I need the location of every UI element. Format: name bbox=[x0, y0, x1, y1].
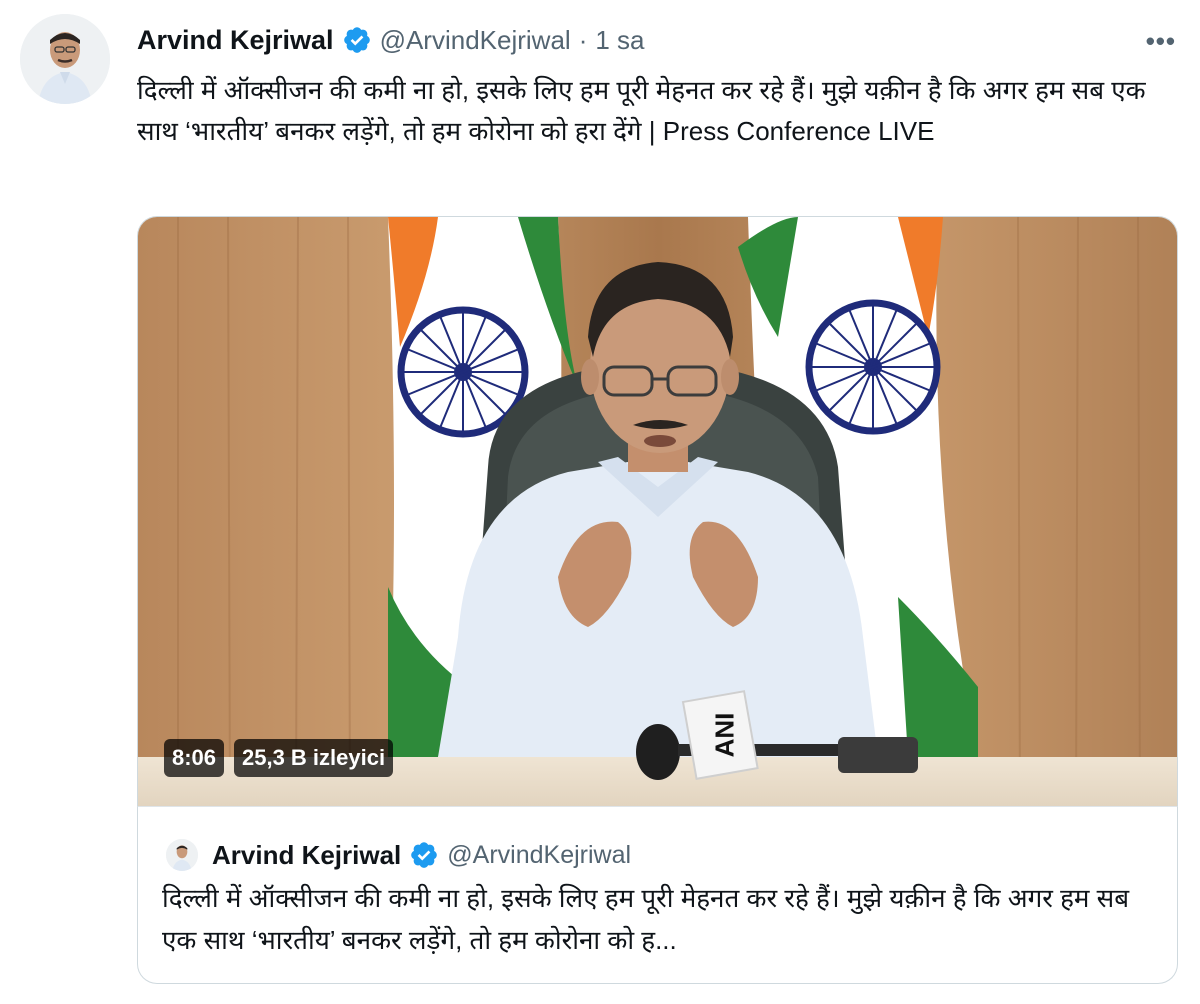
verified-badge-icon bbox=[409, 840, 439, 870]
video-viewers-badge: 25,3 B izleyici bbox=[234, 739, 394, 777]
profile-avatar[interactable] bbox=[20, 14, 110, 104]
quoted-tweet-header: Arvind Kejriwal @ArvindKejriwal bbox=[166, 837, 631, 873]
quoted-avatar-image bbox=[166, 839, 198, 871]
author-name[interactable]: Arvind Kejriwal bbox=[137, 25, 334, 56]
tweet-header: Arvind Kejriwal @ArvindKejriwal · 1 sa •… bbox=[137, 22, 1176, 58]
quoted-tweet-card[interactable]: Arvind Kejriwal @ArvindKejriwal दिल्ली म… bbox=[137, 806, 1178, 984]
video-frame: ANI bbox=[138, 217, 1177, 806]
author-handle[interactable]: @ArvindKejriwal bbox=[380, 25, 571, 56]
quoted-tweet-text: दिल्ली में ऑक्सीजन की कमी ना हो, इसके लि… bbox=[162, 883, 1130, 955]
mic-flag-label: ANI bbox=[709, 713, 739, 758]
avatar-image bbox=[20, 14, 110, 104]
quoted-author-name[interactable]: Arvind Kejriwal bbox=[212, 840, 401, 871]
video-player[interactable]: ANI 8:06 25,3 B izleyici bbox=[137, 216, 1178, 806]
separator-dot: · bbox=[578, 24, 588, 55]
tweet-timestamp[interactable]: 1 sa bbox=[595, 25, 644, 56]
verified-badge-icon bbox=[342, 25, 372, 55]
tweet-text: दिल्ली में ऑक्सीजन की कमी ना हो, इसके लि… bbox=[137, 75, 1146, 146]
quoted-author-handle[interactable]: @ArvindKejriwal bbox=[447, 841, 631, 870]
more-options-icon[interactable]: ••• bbox=[1146, 26, 1176, 57]
video-duration-badge: 8:06 bbox=[164, 739, 225, 777]
quoted-author-avatar[interactable] bbox=[166, 839, 198, 871]
